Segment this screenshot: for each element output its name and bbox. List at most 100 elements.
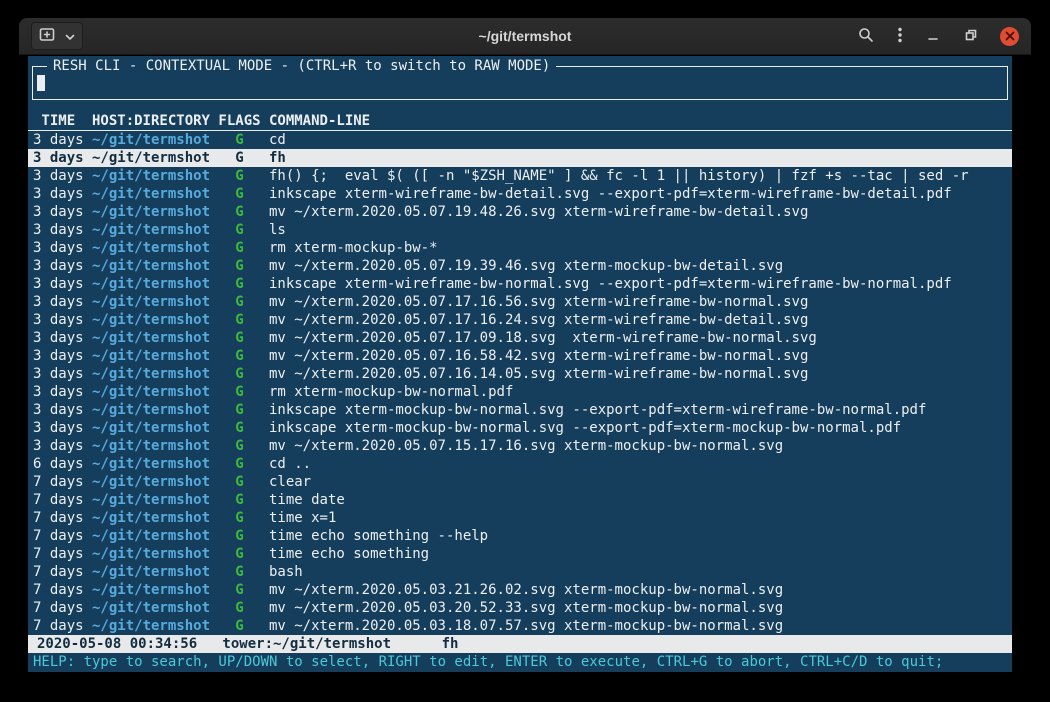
history-list: 3 days ~/git/termshot G cd 3 days ~/git/… (28, 131, 1012, 635)
row-host-directory: ~/git/termshot (92, 383, 218, 401)
row-command: rm xterm-mockup-bw-* (269, 239, 1012, 257)
row-time: 7 days (33, 545, 92, 563)
row-time: 3 days (33, 419, 92, 437)
history-row: 7 days ~/git/termshot G time x=1 (28, 509, 1012, 527)
row-host-directory: ~/git/termshot (92, 581, 218, 599)
history-row: 3 days ~/git/termshot G inkscape xterm-m… (28, 401, 1012, 419)
search-box-title: RESH CLI - CONTEXTUAL MODE - (CTRL+R to … (47, 57, 556, 75)
row-flags: G (218, 221, 269, 239)
row-time: 7 days (33, 581, 92, 599)
kebab-menu-icon (898, 27, 902, 46)
row-time: 3 days (33, 383, 92, 401)
row-time: 7 days (33, 563, 92, 581)
row-command: mv ~/xterm.2020.05.07.17.16.56.svg xterm… (269, 293, 1012, 311)
menu-button[interactable] (896, 25, 904, 48)
history-row: 3 days ~/git/termshot G cd (28, 131, 1012, 149)
row-command: bash (269, 563, 1012, 581)
minimize-button[interactable] (924, 26, 942, 47)
history-row: 7 days ~/git/termshot G bash (28, 563, 1012, 581)
row-host-directory: ~/git/termshot (92, 545, 218, 563)
row-host-directory: ~/git/termshot (92, 491, 218, 509)
row-flags: G (218, 401, 269, 419)
history-row: 3 days ~/git/termshot G rm xterm-mockup-… (28, 239, 1012, 257)
status-host-directory: tower:~/git/termshot (222, 635, 441, 653)
row-time: 6 days (33, 455, 92, 473)
row-time: 7 days (33, 527, 92, 545)
history-row: 7 days ~/git/termshot G clear (28, 473, 1012, 491)
row-flags: G (218, 203, 269, 221)
row-time: 3 days (33, 311, 92, 329)
close-icon (1005, 29, 1015, 44)
row-flags: G (218, 275, 269, 293)
table-header: TIME HOST:DIRECTORY FLAGS COMMAND-LINE (28, 112, 1012, 131)
history-row: 3 days ~/git/termshot G mv ~/xterm.2020.… (28, 311, 1012, 329)
row-time: 3 days (33, 149, 92, 167)
row-flags: G (218, 545, 269, 563)
history-row: 3 days ~/git/termshot G mv ~/xterm.2020.… (28, 365, 1012, 383)
history-row: 7 days ~/git/termshot G time echo someth… (28, 527, 1012, 545)
status-timestamp: 2020-05-08 00:34:56 (37, 635, 222, 653)
row-time: 3 days (33, 131, 92, 149)
row-host-directory: ~/git/termshot (92, 167, 218, 185)
new-tab-icon (39, 27, 56, 45)
row-flags: G (218, 581, 269, 599)
row-time: 3 days (33, 239, 92, 257)
row-flags: G (218, 239, 269, 257)
row-host-directory: ~/git/termshot (92, 347, 218, 365)
row-time: 3 days (33, 275, 92, 293)
row-host-directory: ~/git/termshot (92, 293, 218, 311)
search-button[interactable] (856, 25, 876, 48)
row-host-directory: ~/git/termshot (92, 365, 218, 383)
row-flags: G (218, 293, 269, 311)
row-host-directory: ~/git/termshot (92, 455, 218, 473)
row-command: mv ~/xterm.2020.05.03.18.07.57.svg xterm… (269, 617, 1012, 635)
row-command: time date (269, 491, 1012, 509)
row-time: 7 days (33, 473, 92, 491)
row-time: 3 days (33, 401, 92, 419)
close-button[interactable] (1000, 27, 1019, 46)
search-box[interactable]: RESH CLI - CONTEXTUAL MODE - (CTRL+R to … (32, 66, 1008, 100)
header-host-directory: HOST:DIRECTORY (92, 112, 218, 130)
row-flags: G (218, 617, 269, 635)
terminal-window: ~/git/termshot (19, 18, 1031, 684)
row-command: mv ~/xterm.2020.05.07.17.16.24.svg xterm… (269, 311, 1012, 329)
row-host-directory: ~/git/termshot (92, 203, 218, 221)
row-command: cd .. (269, 455, 1012, 473)
terminal-content[interactable]: RESH CLI - CONTEXTUAL MODE - (CTRL+R to … (28, 56, 1012, 672)
row-command: inkscape xterm-mockup-bw-normal.svg --ex… (269, 401, 1012, 419)
history-row: 6 days ~/git/termshot G cd .. (28, 455, 1012, 473)
row-host-directory: ~/git/termshot (92, 275, 218, 293)
row-time: 7 days (33, 509, 92, 527)
history-row: 7 days ~/git/termshot G time date (28, 491, 1012, 509)
chevron-down-icon (65, 29, 75, 44)
row-time: 3 days (33, 257, 92, 275)
row-host-directory: ~/git/termshot (92, 185, 218, 203)
history-row: 3 days ~/git/termshot G mv ~/xterm.2020.… (28, 437, 1012, 455)
history-row: 3 days ~/git/termshot G mv ~/xterm.2020.… (28, 347, 1012, 365)
row-flags: G (218, 437, 269, 455)
row-time: 3 days (33, 365, 92, 383)
row-command: mv ~/xterm.2020.05.07.15.17.16.svg xterm… (269, 437, 1012, 455)
row-flags: G (218, 167, 269, 185)
row-command: mv ~/xterm.2020.05.07.16.58.42.svg xterm… (269, 347, 1012, 365)
row-host-directory: ~/git/termshot (92, 401, 218, 419)
window-title: ~/git/termshot (479, 28, 572, 44)
row-command: mv ~/xterm.2020.05.07.19.39.46.svg xterm… (269, 257, 1012, 275)
row-host-directory: ~/git/termshot (92, 221, 218, 239)
row-flags: G (218, 329, 269, 347)
row-host-directory: ~/git/termshot (92, 257, 218, 275)
restore-button[interactable] (962, 26, 980, 47)
row-host-directory: ~/git/termshot (92, 599, 218, 617)
history-row: 3 days ~/git/termshot G rm xterm-mockup-… (28, 383, 1012, 401)
row-flags: G (218, 509, 269, 527)
row-time: 7 days (33, 599, 92, 617)
new-tab-button[interactable] (31, 22, 83, 50)
row-time: 3 days (33, 203, 92, 221)
row-command: mv ~/xterm.2020.05.07.16.14.05.svg xterm… (269, 365, 1012, 383)
row-flags: G (218, 257, 269, 275)
history-row: 3 days ~/git/termshot G fh (28, 149, 1012, 167)
row-time: 7 days (33, 491, 92, 509)
row-flags: G (218, 311, 269, 329)
row-flags: G (218, 383, 269, 401)
row-command: mv ~/xterm.2020.05.07.19.48.26.svg xterm… (269, 203, 1012, 221)
